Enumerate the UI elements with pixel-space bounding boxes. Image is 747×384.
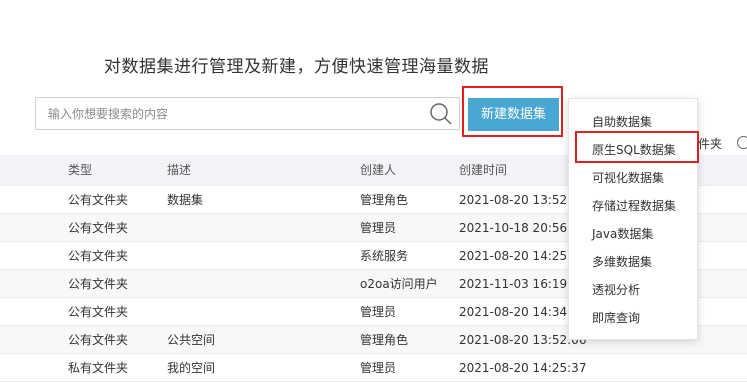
menu-item-multidimensional-dataset[interactable]: 多维数据集 [592, 253, 652, 270]
cell-creator: 管理角色 [360, 333, 409, 347]
partial-folder-label[interactable]: 件夹 [698, 135, 722, 152]
menu-item-java-dataset[interactable]: Java数据集 [592, 225, 653, 242]
cell-time: 2021-11-03 16:19:3 [459, 277, 579, 291]
cell-creator: 管理角色 [360, 193, 409, 207]
menu-item-ad-hoc-query[interactable]: 即席查询 [592, 309, 640, 326]
cell-creator: 管理员 [360, 221, 397, 235]
cell-type: 公有文件夹 [68, 249, 129, 263]
column-header-creator[interactable]: 创建人 [360, 155, 396, 186]
cell-creator: 管理员 [360, 361, 397, 375]
column-header-type[interactable]: 类型 [68, 155, 92, 186]
table-row[interactable]: 私有文件夹 我的空间 管理员 2021-08-20 14:25:37 [0, 354, 747, 382]
cell-type: 公有文件夹 [68, 333, 129, 347]
cell-time: 2021-08-20 14:25:37 [459, 361, 587, 375]
menu-item-pivot-analysis[interactable]: 透视分析 [592, 281, 640, 298]
cell-desc: 我的空间 [167, 361, 216, 375]
page-title: 对数据集进行管理及新建，方便快速管理海量数据 [104, 57, 489, 77]
menu-item-highlight [575, 131, 699, 163]
menu-item-stored-procedure-dataset[interactable]: 存储过程数据集 [592, 197, 676, 214]
menu-item-visual-dataset[interactable]: 可视化数据集 [592, 169, 664, 186]
cell-type: 公有文件夹 [68, 193, 129, 207]
cell-time: 2021-08-20 13:52:0 [459, 193, 579, 207]
column-header-desc[interactable]: 描述 [167, 155, 191, 186]
new-dataset-button[interactable]: 新建数据集 [468, 98, 559, 131]
cell-time: 2021-10-18 20:56:0 [459, 221, 579, 235]
cell-creator: 管理员 [360, 305, 397, 319]
cell-desc: 公共空间 [167, 333, 216, 347]
menu-item-self-service-dataset[interactable]: 自助数据集 [592, 113, 652, 130]
cell-type: 公有文件夹 [68, 277, 129, 291]
search-icon[interactable] [429, 102, 453, 126]
cell-creator: o2oa访问用户 [360, 277, 438, 291]
cell-time: 2021-08-20 14:25:0 [459, 249, 579, 263]
cell-type: 私有文件夹 [68, 361, 129, 375]
search-box [35, 97, 460, 130]
column-header-time[interactable]: 创建时间 [459, 155, 507, 186]
cell-time: 2021-08-20 14:34:1 [459, 305, 579, 319]
cell-type: 公有文件夹 [68, 305, 129, 319]
cell-type: 公有文件夹 [68, 221, 129, 235]
cell-desc: 数据集 [167, 193, 204, 207]
cell-creator: 系统服务 [360, 249, 409, 263]
partial-circle-icon[interactable] [737, 136, 747, 149]
search-input[interactable] [36, 98, 426, 129]
